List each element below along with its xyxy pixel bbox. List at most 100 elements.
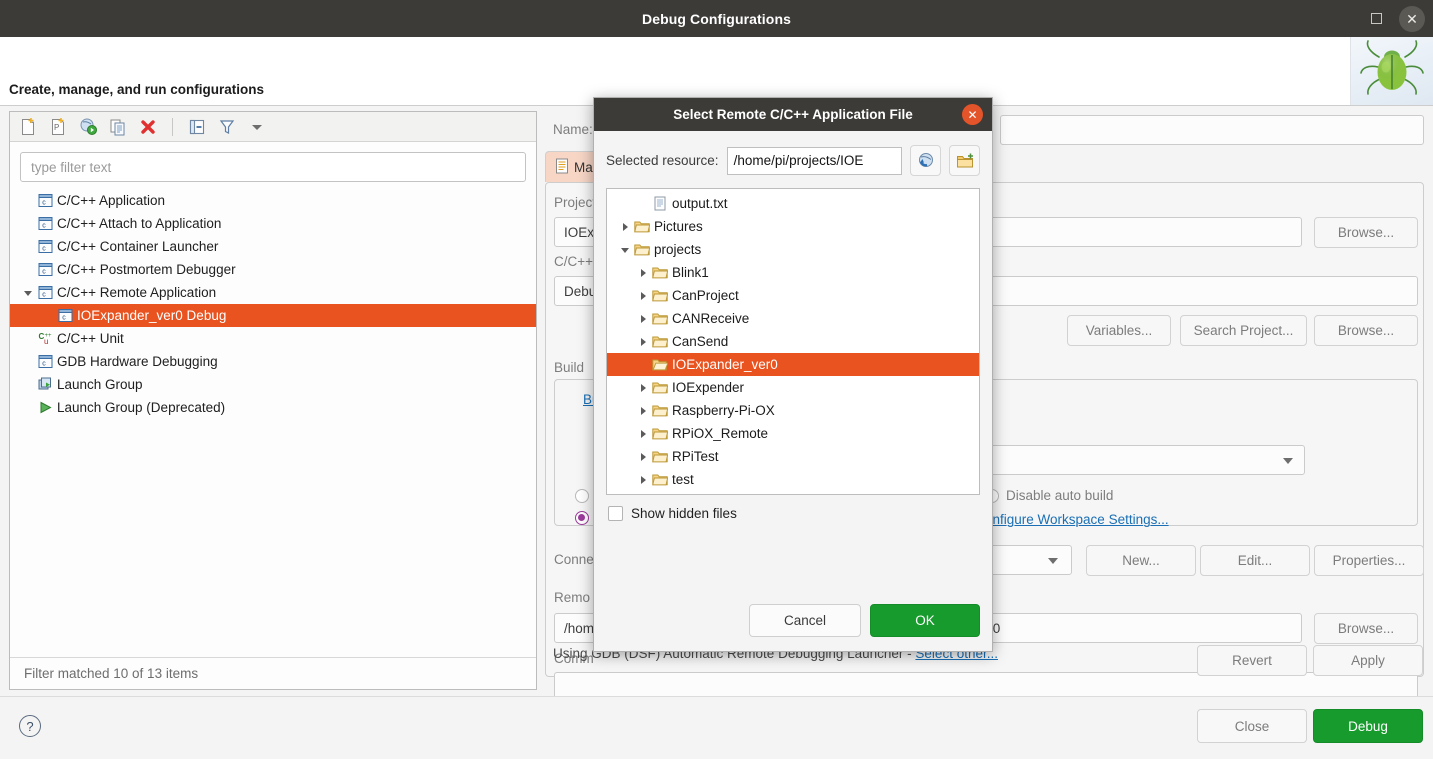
debug-button[interactable]: Debug [1313, 709, 1423, 743]
new-file-icon[interactable] [18, 117, 38, 137]
file-tree-item[interactable]: Blink1 [607, 261, 979, 284]
name-input[interactable] [1000, 115, 1424, 145]
cancel-button[interactable]: Cancel [749, 604, 861, 637]
collapse-all-icon[interactable] [187, 117, 207, 137]
configuration-tree-item[interactable]: c C/C++ Remote Application [10, 281, 536, 304]
chevron-right-icon[interactable] [635, 452, 651, 462]
file-tree-item[interactable]: RPiOX_Remote [607, 422, 979, 445]
configuration-tree-item[interactable]: c C/C++ Container Launcher [10, 235, 536, 258]
folder-icon [651, 403, 669, 418]
c-app-icon: c [36, 239, 54, 254]
svg-text:c: c [42, 269, 46, 276]
toolbar-divider [172, 117, 173, 136]
page-title: Create, manage, and run configurations [9, 82, 265, 97]
configuration-tree-item[interactable]: c C/C++ Application [10, 189, 536, 212]
radio-disable-auto-build[interactable]: Disable auto build [985, 488, 1113, 503]
folder-icon [651, 288, 669, 303]
file-tree-item-label: projects [654, 242, 702, 257]
radio-button[interactable] [575, 488, 589, 503]
revert-button[interactable]: Revert [1197, 645, 1307, 676]
ok-button[interactable]: OK [870, 604, 980, 637]
funnel-icon[interactable] [217, 117, 237, 137]
configuration-tree-item[interactable]: c C/C++ Postmortem Debugger [10, 258, 536, 281]
chevron-right-icon[interactable] [635, 291, 651, 301]
configuration-tree-item[interactable]: Launch Group [10, 373, 536, 396]
svg-text:c: c [42, 223, 46, 230]
build-label: Build [554, 360, 585, 375]
c-app-icon: c [36, 216, 54, 231]
show-hidden-files-checkbox[interactable] [608, 506, 623, 521]
browse-remote-icon[interactable] [910, 145, 941, 176]
connection-label: Conne [554, 552, 594, 567]
duplicate-icon[interactable] [108, 117, 128, 137]
chevron-down-icon[interactable] [1283, 458, 1293, 464]
svg-text:c: c [42, 200, 46, 207]
file-tree-item-label: IOExpender [672, 380, 745, 395]
file-tree-item[interactable]: test [607, 468, 979, 491]
help-icon[interactable]: ? [19, 715, 41, 737]
new-prototype-icon[interactable]: P [48, 117, 68, 137]
variables-button[interactable]: Variables... [1067, 315, 1171, 346]
close-icon[interactable]: ✕ [1399, 5, 1425, 32]
dialog-buttons: Cancel OK [749, 604, 980, 637]
chevron-down-icon[interactable] [1048, 558, 1058, 564]
red-x-icon[interactable] [138, 117, 158, 137]
configurations-toolbar: P [10, 112, 536, 142]
export-launch-icon[interactable] [78, 117, 98, 137]
search-project-button[interactable]: Search Project... [1180, 315, 1307, 346]
application-browse-button[interactable]: Browse... [1314, 315, 1418, 346]
chevron-right-icon[interactable] [617, 222, 633, 232]
configuration-tree-item[interactable]: C ++ u C/C++ Unit [10, 327, 536, 350]
configuration-tree-item[interactable]: c GDB Hardware Debugging [10, 350, 536, 373]
maximize-icon[interactable] [1363, 6, 1389, 32]
c-app-icon: c [36, 193, 54, 208]
project-browse-button[interactable]: Browse... [1314, 217, 1418, 248]
file-tree-item[interactable]: output.txt [607, 192, 979, 215]
apply-button[interactable]: Apply [1313, 645, 1423, 676]
configurations-panel: P type filter text c C/C++ Application c… [9, 111, 537, 690]
file-tree-item[interactable]: CANReceive [607, 307, 979, 330]
header-banner: Create, manage, and run configurations [0, 37, 1433, 106]
selected-resource-input[interactable]: /home/pi/projects/IOE [726, 146, 902, 175]
chevron-down-icon[interactable] [20, 288, 36, 298]
edit-connection-button[interactable]: Edit... [1200, 545, 1310, 576]
file-tree-item[interactable]: Pictures [607, 215, 979, 238]
configuration-tree-item[interactable]: c C/C++ Attach to Application [10, 212, 536, 235]
chevron-right-icon[interactable] [635, 475, 651, 485]
chevron-down-icon[interactable] [617, 245, 633, 255]
file-tree-item[interactable]: IOExpander_ver0 [607, 353, 979, 376]
file-tree-item[interactable]: IOExpender [607, 376, 979, 399]
filter-box[interactable] [20, 152, 526, 182]
file-tree-item[interactable]: CanProject [607, 284, 979, 307]
application-label: C/C++ [554, 254, 594, 269]
show-hidden-files-row[interactable]: Show hidden files [594, 495, 992, 521]
chevron-right-icon[interactable] [635, 268, 651, 278]
close-button[interactable]: Close [1197, 709, 1307, 743]
chevron-down-icon[interactable] [247, 117, 267, 137]
file-tree[interactable]: output.txt Pictures projects Blink1 CanProje… [606, 188, 980, 495]
dialog-title: Select Remote C/C++ Application File [673, 107, 913, 122]
file-tree-item-label: CanSend [672, 334, 729, 349]
file-tree-item[interactable]: Raspberry-Pi-OX [607, 399, 979, 422]
file-tree-item[interactable]: CanSend [607, 330, 979, 353]
file-icon [555, 158, 569, 177]
chevron-right-icon[interactable] [635, 383, 651, 393]
file-tree-item[interactable]: RPiTest [607, 445, 979, 468]
new-folder-icon[interactable] [949, 145, 980, 176]
new-connection-button[interactable]: New... [1086, 545, 1196, 576]
radio-button[interactable] [575, 510, 589, 525]
svg-text:u: u [44, 337, 48, 346]
properties-button[interactable]: Properties... [1314, 545, 1424, 576]
chevron-right-icon[interactable] [635, 314, 651, 324]
close-icon[interactable]: ✕ [962, 104, 983, 125]
configuration-tree-item[interactable]: c IOExpander_ver0 Debug [10, 304, 536, 327]
configure-workspace-link[interactable]: onfigure Workspace Settings... [985, 512, 1169, 527]
chevron-right-icon[interactable] [635, 337, 651, 347]
chevron-right-icon[interactable] [635, 429, 651, 439]
file-tree-item[interactable]: projects [607, 238, 979, 261]
configuration-tree-item[interactable]: Launch Group (Deprecated) [10, 396, 536, 419]
chevron-right-icon[interactable] [635, 406, 651, 416]
configurations-tree[interactable]: c C/C++ Application c C/C++ Attach to Appli… [10, 189, 536, 644]
search-input[interactable] [31, 159, 515, 175]
name-label: Name: [553, 122, 593, 137]
